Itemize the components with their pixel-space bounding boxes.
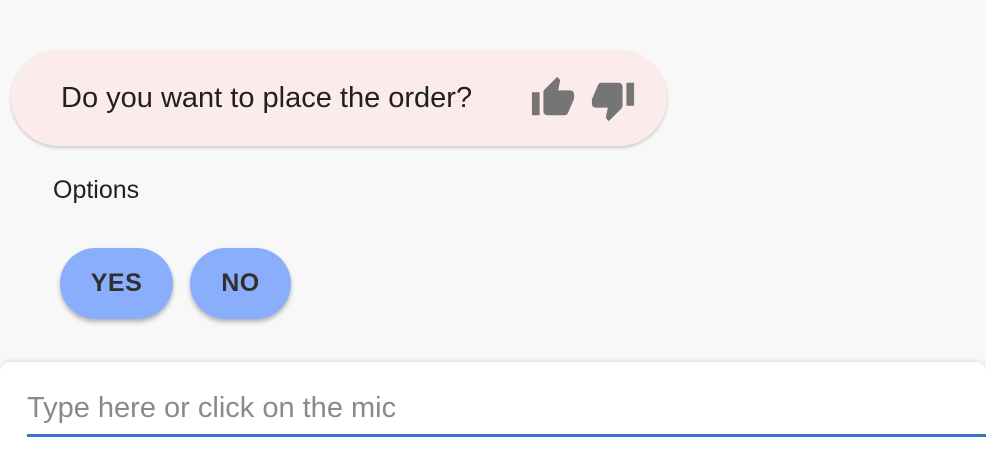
thumbs-down-icon[interactable] <box>590 77 636 123</box>
bot-message-bubble: Do you want to place the order? <box>11 50 667 146</box>
thumbs-up-icon[interactable] <box>530 75 576 121</box>
options-label: Options <box>53 176 140 204</box>
no-option-button[interactable]: NO <box>190 248 291 319</box>
yes-option-button[interactable]: YES <box>60 248 173 319</box>
message-input[interactable] <box>27 382 986 437</box>
bot-message-text: Do you want to place the order? <box>61 82 473 114</box>
message-input-panel <box>0 362 986 460</box>
